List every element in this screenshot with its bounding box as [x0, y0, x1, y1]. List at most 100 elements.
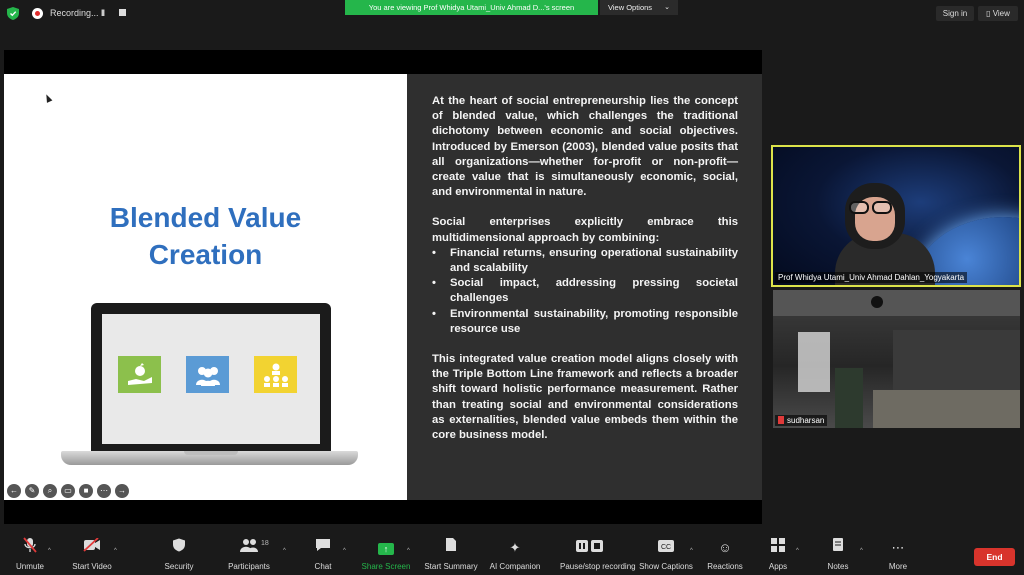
participant-name-tag: sudharsan: [775, 415, 828, 426]
slide-paragraph-3: This integrated value creation model ali…: [432, 353, 738, 442]
chevron-up-icon[interactable]: ^: [407, 548, 410, 554]
svg-text:CC: CC: [661, 544, 671, 551]
group-people-icon: [186, 356, 229, 393]
ceiling-fan: [871, 296, 883, 308]
sparkle-icon: ✦: [509, 540, 521, 555]
chevron-up-icon[interactable]: ^: [48, 548, 51, 554]
slide-body-text: At the heart of social entrepreneurship …: [432, 94, 738, 458]
shield-icon[interactable]: [7, 7, 19, 20]
participant-name: sudharsan: [787, 416, 825, 425]
stop-recording-button[interactable]: [119, 9, 126, 16]
participants-label: Participants: [228, 562, 270, 571]
more-button[interactable]: ⋯ More: [868, 537, 928, 571]
pen-icon[interactable]: ✎: [25, 484, 39, 498]
participants-button[interactable]: Participants: [219, 537, 279, 571]
slide-paragraph-1: At the heart of social entrepreneurship …: [432, 95, 738, 199]
speaker-video-tile[interactable]: Prof Whidya Utami_Univ Ahmad Dahlan_Yogy…: [771, 145, 1021, 287]
share-screen-label: Share Screen: [361, 562, 411, 571]
security-shield-icon: [149, 537, 209, 559]
ai-companion-button[interactable]: ✦ AI Companion: [485, 537, 545, 571]
pause-stop-recording-button[interactable]: Pause/stop recording: [560, 537, 636, 571]
classroom-door: [835, 368, 863, 428]
slide-bullet: Environmental sustainability, promoting …: [432, 307, 738, 337]
unmute-label: Unmute: [15, 562, 44, 571]
ai-companion-label: AI Companion: [489, 562, 541, 571]
slide-right-panel: At the heart of social entrepreneurship …: [407, 74, 762, 500]
notes-button[interactable]: Notes: [808, 537, 868, 571]
chat-label: Chat: [314, 562, 332, 571]
classroom-wall: [893, 330, 1020, 390]
view-button[interactable]: ▯ View: [978, 6, 1018, 21]
security-label: Security: [164, 562, 194, 571]
chevron-up-icon[interactable]: ^: [796, 548, 799, 554]
end-meeting-button[interactable]: End: [974, 548, 1015, 566]
captions-icon[interactable]: ▭: [61, 484, 75, 498]
slide-title-line1: Blended Value: [109, 202, 302, 233]
chevron-up-icon[interactable]: ^: [114, 548, 117, 554]
chevron-up-icon[interactable]: ^: [860, 548, 863, 554]
hand-plant-icon: [118, 356, 161, 393]
chevron-up-icon[interactable]: ^: [283, 548, 286, 554]
top-bar: Recording... II You are viewing Prof Whi…: [0, 0, 1024, 26]
start-summary-label: Start Summary: [424, 562, 478, 571]
smiley-icon: ☺: [718, 540, 732, 555]
captions-cc-icon: CC: [636, 537, 696, 559]
classroom-window: [798, 332, 830, 392]
slide-paragraph-2: Social enterprises explicitly embrace th…: [432, 216, 738, 244]
security-button[interactable]: Security: [149, 537, 209, 571]
pause-stop-icon: [560, 537, 620, 559]
slide-title-line2: Creation: [148, 239, 263, 270]
participant-video-tile[interactable]: sudharsan: [773, 290, 1020, 428]
more-label: More: [888, 562, 908, 571]
recording-icon: [32, 8, 43, 19]
mouse-cursor-icon: [43, 93, 53, 103]
slide-left-panel: Blended Value Creation ← ✎ ⌕ ▭ ■ ⋯ →: [4, 74, 407, 500]
org-chart-icon: [254, 356, 297, 393]
unmute-button[interactable]: Unmute: [0, 537, 60, 571]
meeting-toolbar: Unmute ^ Start Video ^ Security Particip…: [0, 537, 1024, 575]
pause-recording-button[interactable]: II: [101, 8, 105, 18]
participants-icon: [219, 537, 279, 559]
classroom-ceiling: [773, 290, 1020, 316]
previous-slide-icon[interactable]: ←: [7, 484, 21, 498]
slide-bullet: Social impact, addressing pressing socie…: [432, 276, 738, 306]
share-screen-icon: ↑: [378, 542, 394, 555]
sign-in-button[interactable]: Sign in: [936, 6, 974, 21]
camera-icon[interactable]: ■: [79, 484, 93, 498]
view-options-label: View Options: [608, 3, 653, 12]
glasses: [849, 201, 899, 215]
camera-off-icon: [62, 537, 122, 559]
classroom-audience: [873, 390, 1020, 428]
slide-bullet-list: Financial returns, ensuring operational …: [432, 246, 738, 337]
summary-document-icon: [421, 537, 481, 559]
pause-stop-recording-label: Pause/stop recording: [560, 562, 636, 571]
viewing-banner: You are viewing Prof Whidya Utami_Univ A…: [345, 0, 598, 15]
view-options-button[interactable]: View Options ⌄: [600, 0, 678, 15]
chevron-up-icon[interactable]: ^: [343, 548, 346, 554]
recording-label: Recording...: [50, 8, 99, 18]
slide-bullet: Financial returns, ensuring operational …: [432, 246, 738, 276]
laptop-notch: [184, 451, 238, 455]
view-label: View: [992, 9, 1010, 18]
chevron-up-icon[interactable]: ^: [690, 548, 693, 554]
zoom-icon[interactable]: ⌕: [43, 484, 57, 498]
start-video-label: Start Video: [72, 562, 112, 571]
start-video-button[interactable]: Start Video: [62, 537, 122, 571]
more-dots-icon: ⋯: [891, 540, 905, 555]
share-screen-button[interactable]: ↑ Share Screen: [356, 537, 416, 571]
notes-icon: [808, 537, 868, 559]
reactions-button[interactable]: ☺ Reactions: [695, 537, 755, 571]
participants-count: 18: [261, 540, 269, 547]
chat-button[interactable]: Chat: [293, 537, 353, 571]
apps-button[interactable]: Apps: [748, 537, 808, 571]
more-options-icon[interactable]: ⋯: [97, 484, 111, 498]
chevron-down-icon: ⌄: [664, 4, 670, 11]
apps-label: Apps: [768, 562, 788, 571]
reactions-label: Reactions: [707, 562, 743, 571]
show-captions-label: Show Captions: [639, 562, 693, 571]
next-slide-icon[interactable]: →: [115, 484, 129, 498]
show-captions-button[interactable]: CC Show Captions: [636, 537, 696, 571]
apps-grid-icon: [748, 537, 808, 559]
start-summary-button[interactable]: Start Summary: [421, 537, 481, 571]
notes-label: Notes: [827, 562, 849, 571]
